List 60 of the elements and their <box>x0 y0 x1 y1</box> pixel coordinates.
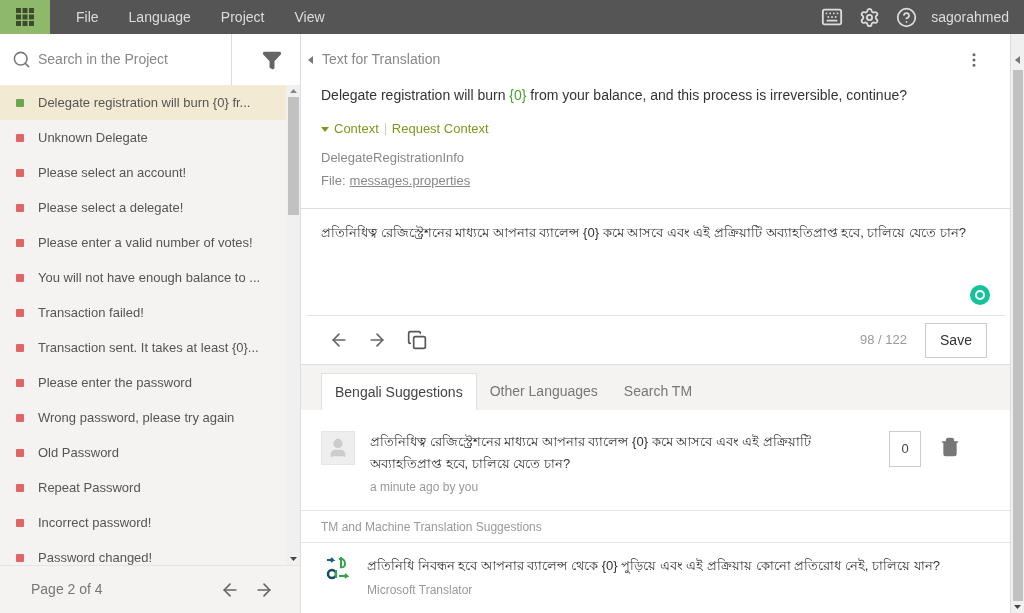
delete-icon[interactable] <box>940 437 960 457</box>
suggestion-tab[interactable]: Other Languages <box>476 373 611 410</box>
search-field[interactable]: Search in the Project <box>38 49 228 70</box>
string-item[interactable]: Delegate registration will burn {0} fr... <box>0 85 286 120</box>
keyboard-icon[interactable] <box>821 6 844 28</box>
collapse-caret-icon[interactable] <box>1015 56 1020 64</box>
search-field[interactable]: Search in the Project <box>0 34 242 85</box>
string-item[interactable]: Transaction sent. It takes at least {0}... <box>0 330 286 365</box>
translation-field[interactable]: প্রতিনিধিত্ব রেজিস্ট্রেশনের মাধ্যমে আপনার ব্যালেন্স {0} কমে আসবে এবং এই প্রক্রিয়াটি অব্যাহতিপ্রাপ্ত হবে, চালিয়ে যেতে চান? <box>321 223 990 243</box>
scrollbar[interactable] <box>1010 34 1024 613</box>
settings-icon[interactable] <box>859 6 881 28</box>
suggestion-tab[interactable]: Search TM <box>610 373 706 410</box>
string-item[interactable]: Repeat Password <box>0 470 286 505</box>
page-indicator: Page 2 of 4 <box>31 580 103 599</box>
user-name[interactable]: sagorahmed <box>931 6 1009 28</box>
menu-item[interactable]: View <box>294 6 325 28</box>
machine-translation-text[interactable]: প্রতিনিধি নিবন্ধন হবে আপনার ব্যালেন্স থেকে {0} পুড়িয়ে এবং এই প্রক্রিয়ায় কোনো প্রতিরোধ নেই, চালিয়ে যান? <box>367 556 940 576</box>
string-item[interactable]: Unknown Delegate <box>0 120 286 155</box>
suggestion-tab[interactable]: Bengali Suggestions <box>321 373 477 410</box>
filter-icon[interactable] <box>262 49 282 70</box>
collapse-caret-icon[interactable] <box>308 55 313 64</box>
suggestion-meta: a minute ago by you <box>370 479 480 496</box>
string-item[interactable]: You will not have enough balance to ... <box>0 260 286 295</box>
scroll-up-icon[interactable] <box>289 89 297 93</box>
grammarly-icon <box>970 285 990 305</box>
scroll-down-icon[interactable] <box>1014 605 1021 609</box>
copy-source-icon[interactable] <box>407 330 427 350</box>
suggestion-text[interactable]: প্রতিনিধিত্ব রেজিস্ট্রেশনের মাধ্যমে আপনার ব্যালেন্স {0} কমে আসবে এবং এই প্রক্রিয়াটি অব্যাহতিপ্রাপ্ত হবে, চালিয়ে যেতে চান? <box>370 431 820 475</box>
file-link[interactable]: messages.properties <box>349 171 471 191</box>
caret-icon[interactable] <box>321 124 329 133</box>
translation-source: Microsoft Translator <box>367 581 474 599</box>
search-icon <box>12 50 31 69</box>
menu-item[interactable]: Project <box>220 6 265 28</box>
save-button[interactable]: Save <box>925 322 987 358</box>
translator-icon <box>325 556 349 582</box>
scrollbar-thumb[interactable] <box>287 97 299 215</box>
string-item[interactable]: Please enter a valid number of votes! <box>0 225 286 260</box>
string-item[interactable]: Please select a delegate! <box>0 190 286 225</box>
string-item[interactable]: Please select an account! <box>0 155 286 190</box>
panel-title: Text for Translation <box>322 50 441 69</box>
file-label: File: <box>321 172 346 190</box>
vote-count[interactable]: 0 <box>889 431 921 467</box>
apps-button[interactable] <box>0 0 50 34</box>
source-text: Delegate registration will burn {0} from your balance, and this process is irreversible, continue? <box>321 86 908 105</box>
string-item[interactable]: Password changed! <box>0 540 286 565</box>
grid-icon <box>16 8 34 26</box>
string-item[interactable]: Old Password <box>0 435 286 470</box>
string-item[interactable]: Please enter the password <box>0 365 286 400</box>
help-icon[interactable] <box>896 6 918 28</box>
character-count: 98 / 122 <box>860 331 907 350</box>
scrollbar[interactable] <box>286 85 300 565</box>
string-item[interactable]: Transaction failed! <box>0 295 286 330</box>
scroll-down-icon[interactable] <box>289 557 297 561</box>
string-item[interactable]: Wrong password, please try again <box>0 400 286 435</box>
scrollbar-thumb[interactable] <box>1012 70 1023 601</box>
section-heading: TM and Machine Translation Suggestions <box>321 518 542 536</box>
string-key: DelegateRegistrationInfo <box>321 147 990 167</box>
menu-item[interactable]: Language <box>128 6 191 28</box>
menu-item[interactable]: File <box>76 6 99 28</box>
string-item[interactable]: Incorrect password! <box>0 505 286 540</box>
